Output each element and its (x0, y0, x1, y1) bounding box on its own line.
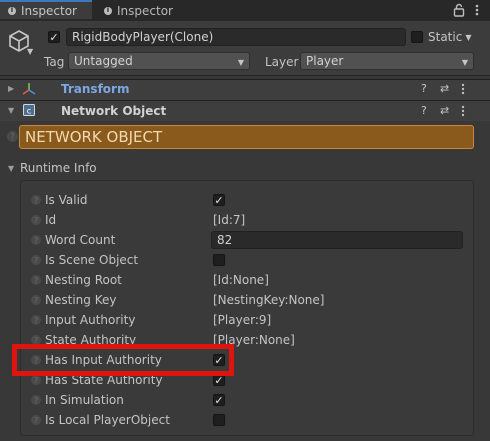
network-object-title: Network Object (61, 104, 167, 118)
row-value-text: 82 (217, 233, 233, 247)
chevron-down-icon: ▼ (465, 32, 472, 42)
tag-label: Tag (44, 55, 65, 69)
row-label: Is Local PlayerObject (45, 413, 170, 427)
lock-icon[interactable] (453, 3, 465, 17)
info-icon: i (8, 6, 16, 15)
collapse-arrow-icon[interactable]: ▼ (8, 164, 14, 173)
tab-label: Inspector (117, 3, 173, 18)
row-label: Is Valid (45, 193, 88, 207)
svg-text:c: c (27, 107, 31, 116)
tag-dropdown[interactable]: Untagged ▼ (68, 52, 250, 70)
row-label: In Simulation (45, 393, 124, 407)
row-checkbox[interactable] (213, 254, 225, 266)
help-icon[interactable]: ? (31, 315, 41, 325)
presets-icon[interactable]: ⇄ (440, 82, 449, 95)
help-icon[interactable]: ? (31, 215, 41, 225)
layer-dropdown[interactable]: Player ▼ (300, 52, 474, 70)
object-name-text: RigidBodyPlayer(Clone) (72, 30, 214, 44)
row-checkbox[interactable]: ✓ (213, 394, 225, 406)
tag-value: Untagged (74, 54, 133, 68)
help-icon[interactable]: ? (31, 375, 41, 385)
row-checkbox[interactable]: ✓ (213, 194, 225, 206)
help-icon[interactable]: ? (7, 131, 18, 142)
row-checkbox[interactable] (213, 414, 225, 426)
active-toggle[interactable]: ✓ (48, 31, 60, 43)
transform-icon (22, 82, 36, 96)
row-value: [Id:None] (213, 273, 269, 287)
chevron-down-icon: ▼ (237, 58, 244, 67)
row-label: Word Count (45, 233, 116, 247)
presets-icon[interactable]: ⇄ (440, 104, 449, 117)
row-label: Nesting Root (45, 273, 122, 287)
help-icon[interactable]: ? (421, 104, 427, 117)
row-value: [Id:7] (213, 213, 246, 227)
network-object-banner: NETWORK OBJECT (19, 125, 474, 149)
transform-title: Transform (61, 82, 130, 96)
row-label: Nesting Key (45, 293, 117, 307)
row-label: Is Scene Object (45, 253, 139, 267)
expand-arrow-icon[interactable]: ▶ (8, 84, 14, 93)
help-icon[interactable]: ? (421, 82, 427, 95)
row-label: Input Authority (45, 313, 136, 327)
help-icon[interactable]: ? (31, 235, 41, 245)
help-icon[interactable]: ? (31, 415, 41, 425)
static-label: Static (428, 30, 463, 44)
info-icon: i (104, 6, 112, 15)
static-toggle[interactable] (411, 31, 423, 43)
row-label: Id (45, 213, 57, 227)
layer-value: Player (306, 54, 344, 68)
layer-label: Layer (265, 55, 299, 69)
tab-label: Inspector (21, 3, 77, 18)
row-value-field[interactable]: 82 (211, 231, 463, 249)
collapse-arrow-icon[interactable]: ▼ (8, 106, 14, 115)
chevron-down-icon: ▼ (461, 58, 468, 67)
icon-dropdown-arrow[interactable]: ▼ (27, 47, 33, 56)
more-options-icon[interactable] (474, 3, 480, 17)
static-dropdown[interactable]: Static ▼ (428, 29, 471, 45)
row-value: [Player:9] (213, 313, 272, 327)
help-icon[interactable]: ? (31, 255, 41, 265)
help-icon[interactable]: ? (31, 195, 41, 205)
banner-text: NETWORK OBJECT (25, 128, 163, 146)
row-value: [NestingKey:None] (213, 293, 325, 307)
component-menu-icon[interactable] (460, 82, 466, 96)
help-icon[interactable]: ? (31, 295, 41, 305)
tab-inspector-2[interactable]: i Inspector (104, 0, 194, 21)
object-name-field[interactable]: RigidBodyPlayer(Clone) (66, 28, 406, 46)
help-icon[interactable]: ? (31, 275, 41, 285)
help-icon[interactable]: ? (31, 395, 41, 405)
runtime-info-foldout[interactable]: Runtime Info (20, 160, 97, 176)
highlight-box (12, 344, 234, 376)
tab-inspector-1[interactable]: i Inspector (0, 0, 92, 19)
script-icon: c (22, 103, 36, 117)
component-menu-icon[interactable] (460, 104, 466, 118)
